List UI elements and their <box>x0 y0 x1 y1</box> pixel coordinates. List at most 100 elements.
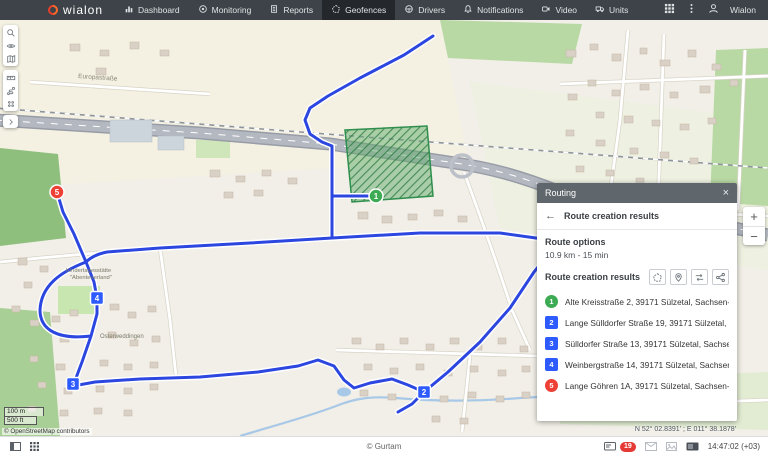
bottom-status-bar: © Gurtam 19 14:47:02 (+03) <box>0 436 768 456</box>
nav-item-reports[interactable]: Reports <box>260 0 322 20</box>
nav-item-dashboard[interactable]: Dashboard <box>115 0 189 20</box>
geofence-polygon[interactable] <box>344 125 434 203</box>
dots-icon <box>7 100 14 107</box>
close-icon[interactable]: × <box>723 187 729 199</box>
map-area[interactable]: Europastraße Kindertagesstätte "Abenteue… <box>0 20 768 436</box>
route-options-header: Route options <box>545 237 606 247</box>
map-toolbar <box>3 25 18 128</box>
stop-address: Lange Göhren 1A, 39171 Sülzetal, Sachsen… <box>565 380 729 391</box>
stop-address: Alte Kreisstraße 2, 39171 Sülzetal, Sach… <box>565 296 729 307</box>
route-icon <box>6 86 15 95</box>
toggle-panel-icon[interactable] <box>10 442 21 451</box>
more-menu-icon[interactable] <box>686 1 697 19</box>
notifications-tray-icon[interactable] <box>603 441 616 452</box>
route-results-back-label: Route creation results <box>564 211 660 221</box>
share-icon <box>716 272 725 282</box>
nav-item-label: Monitoring <box>211 5 252 15</box>
kita-label-line1: Kindertagesstätte <box>66 268 111 274</box>
search-button[interactable] <box>3 26 18 39</box>
map-marker-5[interactable]: 5 <box>49 184 65 200</box>
wialon-logo[interactable]: wialon <box>0 2 115 18</box>
map-marker-4[interactable]: 4 <box>89 290 105 306</box>
map-marker-3[interactable]: 3 <box>65 376 81 392</box>
stop-address: Lange Sülldorfer Straße 19, 39171 Sülzet… <box>565 317 729 328</box>
zoom-out-button[interactable]: − <box>743 226 765 245</box>
routing-panel-header: Routing × <box>537 183 737 203</box>
create-geofence-button[interactable] <box>649 269 666 285</box>
map-marker-2[interactable]: 2 <box>416 384 432 400</box>
route-stop-row[interactable]: 2 Lange Sülldorfer Straße 19, 39171 Sülze… <box>537 312 737 333</box>
media-icon[interactable] <box>665 442 677 451</box>
route-results-header: Route creation results <box>545 272 641 282</box>
reports-icon <box>269 4 279 16</box>
video-icon <box>541 4 551 16</box>
map-marker-1[interactable]: 1 <box>368 188 384 204</box>
map-scale: 100 m 500 ft <box>4 407 44 425</box>
map-source-button[interactable] <box>3 52 18 65</box>
bottom-apps-grid-icon[interactable] <box>30 442 39 451</box>
wialon-logo-text: wialon <box>63 3 104 17</box>
nav-item-geofences[interactable]: Geofences <box>322 0 396 20</box>
units-icon <box>595 4 605 16</box>
nav-item-label: Reports <box>283 5 314 15</box>
kita-label-line2: "Abenteuerland" <box>70 275 112 281</box>
stop-address: Sülldorfer Straße 13, 39171 Sülzetal, Sa… <box>565 338 729 349</box>
route-stops-list: 1 Alte Kreisstraße 2, 39171 Sülzetal, Sac… <box>537 289 737 398</box>
nav-item-units[interactable]: Units <box>586 0 637 20</box>
monitoring-icon <box>198 4 208 16</box>
eye-icon <box>6 43 15 48</box>
user-name[interactable]: Wialon <box>730 5 756 15</box>
routing-panel-title: Routing <box>545 188 577 198</box>
osm-attribution: © OpenStreetMap contributors <box>2 428 92 435</box>
route-stop-row[interactable]: 1 Alte Kreisstraße 2, 39171 Sülzetal, Sac… <box>537 291 737 312</box>
clusters-button[interactable] <box>3 97 18 110</box>
nav-item-label: Drivers <box>418 5 446 15</box>
expand-toolbar-button[interactable] <box>3 116 18 127</box>
share-route-button[interactable] <box>712 269 729 285</box>
route-stop-row[interactable]: 5 Lange Göhren 1A, 39171 Sülzetal, Sachse… <box>537 375 737 396</box>
nav-item-label: Geofences <box>345 5 387 15</box>
nav-item-notifications[interactable]: Notifications <box>454 0 532 20</box>
village-label: Osterweddingen <box>100 334 144 340</box>
zoom-in-button[interactable]: + <box>743 207 765 226</box>
route-options-value: 10.9 km - 15 min <box>545 250 609 260</box>
notifications-icon <box>463 4 473 16</box>
save-as-place-button[interactable] <box>670 269 687 285</box>
stop-badge: 2 <box>545 316 558 329</box>
routing-button[interactable] <box>3 84 18 97</box>
messages-icon[interactable] <box>644 442 657 451</box>
swap-arrows-icon <box>695 273 704 281</box>
nav-item-label: Units <box>609 5 629 15</box>
zoom-control: + − <box>743 207 765 245</box>
stop-address: Weinbergstraße 14, 39171 Sülzetal, Sachs… <box>565 359 729 370</box>
stop-badge: 5 <box>545 379 558 392</box>
scale-imperial: 500 ft <box>4 416 37 425</box>
chevron-right-icon <box>8 118 13 125</box>
dashboard-icon <box>124 4 134 16</box>
main-nav: Dashboard Monitoring Reports Geofences Drive… <box>115 0 637 20</box>
top-navigation-bar: wialon Dashboard Monitoring Reports Geofenc… <box>0 0 768 20</box>
nav-item-monitoring[interactable]: Monitoring <box>189 0 261 20</box>
geofence-icon <box>653 272 662 282</box>
svg-text:4: 4 <box>95 294 100 303</box>
nav-item-video[interactable]: Video <box>532 0 586 20</box>
drivers-icon <box>404 4 414 16</box>
routing-panel: Routing × ← Route creation results Route… <box>537 183 737 421</box>
nav-item-label: Notifications <box>477 5 524 15</box>
back-arrow-icon[interactable]: ← <box>545 210 556 221</box>
svg-text:1: 1 <box>374 192 379 201</box>
user-icon[interactable] <box>708 1 719 19</box>
wialon-logo-icon <box>45 2 61 18</box>
visibility-button[interactable] <box>3 39 18 52</box>
apps-grid-icon[interactable] <box>664 1 675 19</box>
nav-item-drivers[interactable]: Drivers <box>395 0 454 20</box>
route-stop-row[interactable]: 4 Weinbergstraße 14, 39171 Sülzetal, Sach… <box>537 354 737 375</box>
route-stop-row[interactable]: 3 Sülldorfer Straße 13, 39171 Sülzetal, S… <box>537 333 737 354</box>
search-icon <box>6 28 15 37</box>
place-marker-icon <box>675 272 682 282</box>
video-wall-icon[interactable] <box>686 442 699 451</box>
cursor-coordinates: N 52° 02.8391' ; E 011° 38.1878' <box>634 426 736 433</box>
measure-button[interactable] <box>3 71 18 84</box>
notification-count-badge[interactable]: 19 <box>619 441 636 452</box>
reverse-route-button[interactable] <box>691 269 708 285</box>
